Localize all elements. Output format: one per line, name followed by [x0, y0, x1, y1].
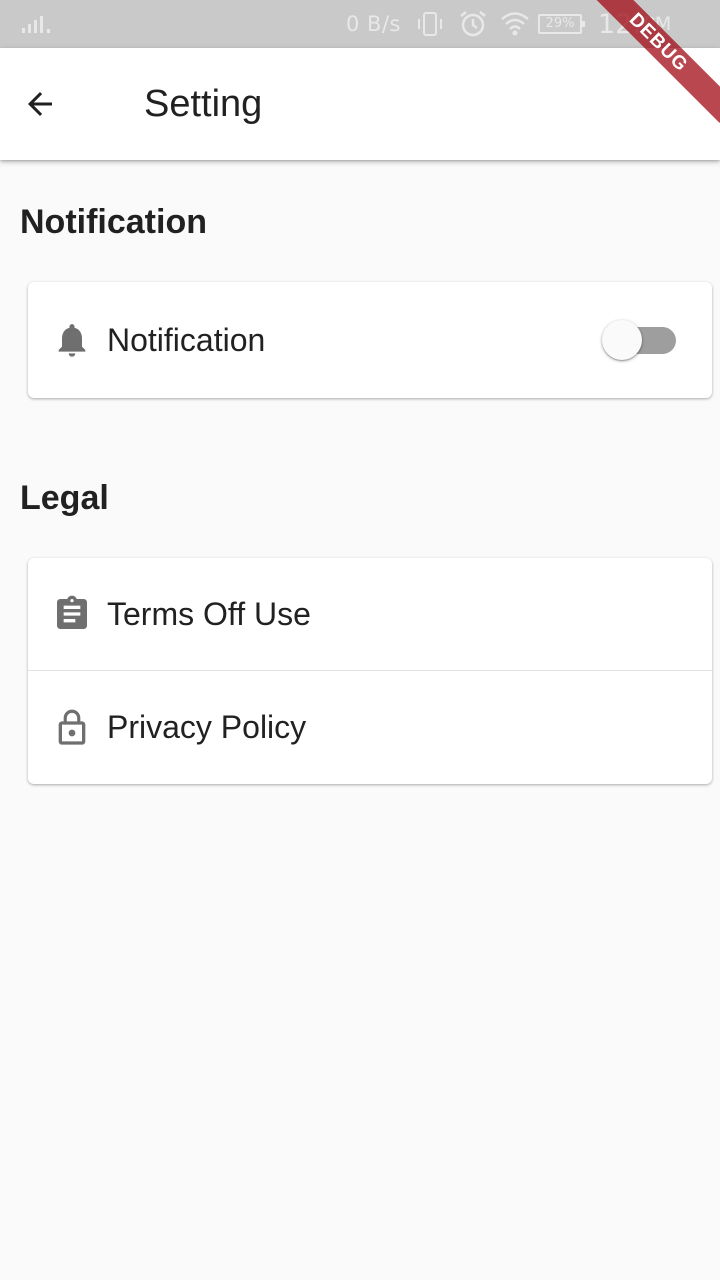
status-clock: 12: PM	[598, 0, 671, 48]
setting-row-notification: Notification	[28, 282, 712, 398]
notification-toggle[interactable]	[602, 320, 676, 360]
status-bar: 0 B/s 29% 12: PM	[0, 0, 720, 48]
setting-label-notification: Notification	[107, 321, 266, 358]
section-header-legal: Legal	[20, 479, 109, 517]
app-bar: Setting	[0, 48, 720, 160]
clock-time: 12:	[598, 8, 642, 40]
clock-ampm: PM	[643, 13, 672, 35]
clipboard-icon	[52, 594, 92, 634]
lock-icon	[52, 708, 92, 748]
alarm-icon	[458, 0, 488, 48]
setting-label-privacy: Privacy Policy	[107, 709, 307, 745]
section-header-notification: Notification	[20, 203, 207, 241]
page-title: Setting	[144, 83, 263, 125]
setting-row-privacy[interactable]: Privacy Policy	[28, 670, 712, 784]
battery-indicator: 29%	[538, 0, 585, 48]
notification-card: Notification	[28, 282, 712, 398]
vibrate-icon	[416, 0, 444, 48]
back-button[interactable]	[8, 72, 72, 136]
setting-label-terms: Terms Off Use	[107, 595, 311, 632]
signal-icon	[20, 0, 54, 48]
battery-level: 29%	[538, 14, 585, 34]
toggle-thumb	[602, 320, 642, 360]
wifi-icon	[500, 0, 530, 48]
arrow-back-icon	[28, 92, 52, 116]
setting-row-terms[interactable]: Terms Off Use	[28, 558, 712, 670]
bell-icon	[52, 320, 92, 360]
network-speed: 0 B/s	[346, 12, 401, 36]
legal-card: Terms Off Use Privacy Policy	[28, 558, 712, 784]
